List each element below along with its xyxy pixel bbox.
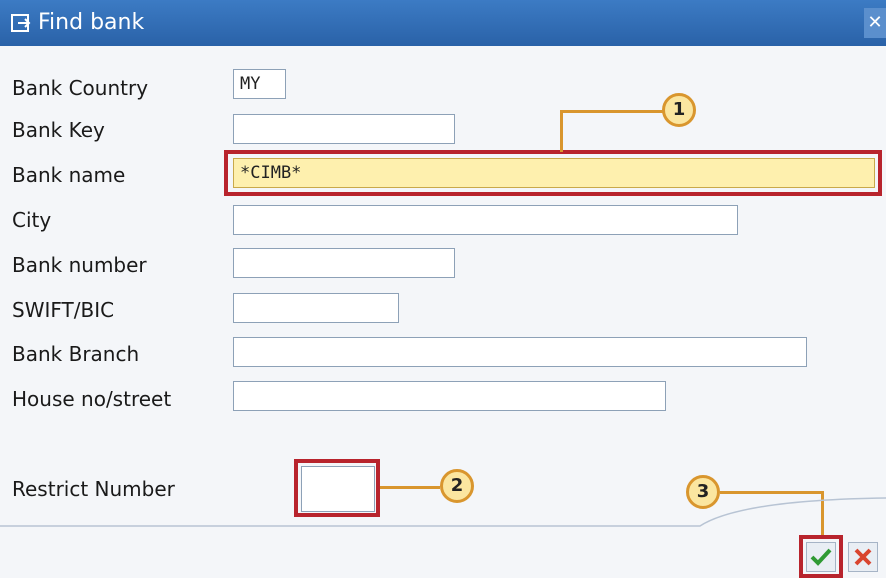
cancel-icon: [854, 548, 872, 566]
house-no-street-label: House no/street: [12, 387, 172, 411]
house-no-street-input[interactable]: [233, 381, 666, 411]
callout-1-connector-vertical: [560, 110, 563, 152]
bank-branch-input[interactable]: [233, 337, 807, 367]
cancel-button[interactable]: [848, 542, 878, 572]
window-title: Find bank: [38, 10, 145, 35]
city-label: City: [12, 208, 52, 232]
bank-name-focus-box: [224, 150, 882, 196]
footer-divider: [0, 497, 886, 527]
bank-branch-label: Bank Branch: [12, 342, 140, 366]
ok-button[interactable]: [806, 542, 836, 572]
bank-key-label: Bank Key: [12, 118, 105, 142]
swift-bic-label: SWIFT/BIC: [12, 298, 115, 322]
checkmark-icon: [810, 548, 832, 566]
bank-key-input[interactable]: [233, 114, 455, 144]
bank-number-input[interactable]: [233, 248, 455, 278]
bank-name-label: Bank name: [12, 163, 126, 187]
callout-2-connector: [380, 486, 440, 489]
city-input[interactable]: [233, 205, 738, 235]
bank-number-label: Bank number: [12, 253, 147, 277]
window-icon: [10, 12, 32, 34]
close-icon[interactable]: ✕: [864, 8, 886, 38]
bank-country-input[interactable]: MY: [233, 69, 286, 99]
title-bar: Find bank ✕: [0, 0, 886, 46]
callout-1-connector-horizontal: [560, 110, 664, 113]
swift-bic-input[interactable]: [233, 293, 399, 323]
callout-1-badge: 1: [662, 93, 696, 127]
bank-country-label: Bank Country: [12, 76, 149, 100]
